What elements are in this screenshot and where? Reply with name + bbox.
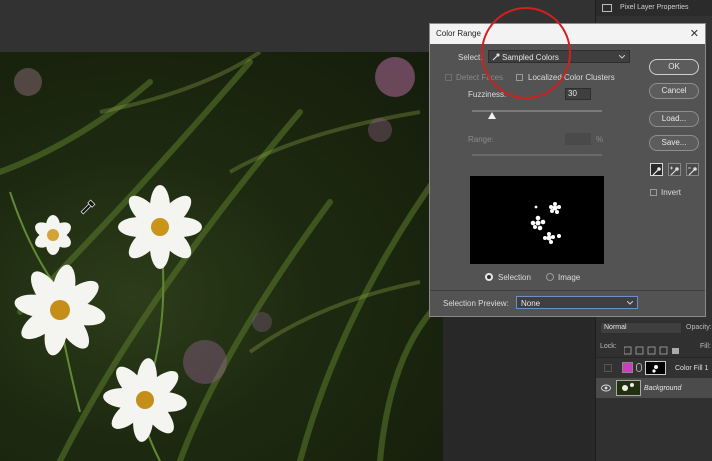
range-unit: % bbox=[596, 135, 604, 144]
chain-link-icon[interactable] bbox=[636, 363, 642, 372]
eye-icon[interactable] bbox=[601, 384, 611, 392]
invert-label: Invert bbox=[661, 188, 682, 197]
ok-button[interactable]: OK bbox=[649, 59, 699, 75]
photo-flowers bbox=[0, 52, 443, 461]
save-button[interactable]: Save... bbox=[649, 135, 699, 151]
lock-icons[interactable] bbox=[623, 342, 684, 355]
visibility-toggle-empty[interactable] bbox=[604, 364, 612, 372]
blend-mode-select[interactable]: Normal bbox=[600, 322, 682, 334]
eyedropper-icon bbox=[652, 167, 661, 176]
detect-faces-checkbox[interactable] bbox=[445, 74, 452, 81]
layer-name: Background bbox=[644, 385, 682, 392]
image-radio-label: Image bbox=[558, 273, 581, 282]
layer-thumbnail bbox=[616, 380, 641, 396]
load-button[interactable]: Load... bbox=[649, 111, 699, 127]
thumbnail-flowers bbox=[622, 383, 634, 391]
eyedropper-plus-icon bbox=[670, 166, 679, 176]
preview-mask-flowers bbox=[530, 202, 561, 244]
pixel-layer-icon bbox=[602, 4, 612, 12]
fill-label: Fill: bbox=[700, 343, 711, 350]
layer-row-color-fill[interactable]: Color Fill 1 bbox=[596, 357, 712, 378]
blend-mode-value: Normal bbox=[604, 324, 627, 331]
selection-preview-image bbox=[470, 176, 604, 264]
annotation-circle bbox=[481, 7, 571, 99]
lock-toggle-icons bbox=[623, 346, 679, 355]
selection-preview-dropdown[interactable]: None bbox=[516, 296, 638, 309]
dialog-title: Color Range bbox=[436, 29, 481, 38]
fill-color-swatch[interactable] bbox=[622, 362, 633, 373]
panel-title: Pixel Layer Properties bbox=[620, 4, 689, 11]
eyedropper-tool-button[interactable] bbox=[650, 163, 663, 176]
range-input[interactable] bbox=[565, 133, 591, 145]
divider bbox=[430, 290, 705, 291]
add-to-sample-button[interactable] bbox=[668, 163, 681, 176]
range-slider-track bbox=[472, 154, 602, 156]
chevron-down-icon bbox=[627, 301, 633, 305]
document-canvas[interactable] bbox=[0, 52, 443, 461]
selection-preview-label: Selection Preview: bbox=[443, 299, 509, 308]
range-label: Range: bbox=[468, 135, 494, 144]
layer-mask-thumbnail[interactable] bbox=[645, 361, 666, 375]
cancel-button[interactable]: Cancel bbox=[649, 83, 699, 99]
fuzziness-slider-handle[interactable] bbox=[487, 112, 496, 119]
invert-checkbox[interactable] bbox=[650, 189, 657, 196]
mask-flowers-icon bbox=[652, 365, 658, 373]
selection-radio-label: Selection bbox=[498, 273, 531, 282]
selection-radio[interactable] bbox=[485, 273, 493, 281]
subtract-from-sample-button[interactable] bbox=[686, 163, 699, 176]
layer-row-background[interactable]: Background bbox=[596, 378, 712, 398]
selection-preview-value: None bbox=[521, 299, 541, 308]
image-radio[interactable] bbox=[546, 273, 554, 281]
opacity-label: Opacity: bbox=[686, 324, 712, 331]
eyedropper-minus-icon bbox=[688, 167, 697, 176]
layer-name: Color Fill 1 bbox=[675, 365, 709, 372]
lock-label: Lock: bbox=[600, 343, 617, 350]
radio-dot bbox=[487, 275, 491, 279]
eyedropper-cursor-icon bbox=[80, 199, 96, 215]
close-icon[interactable]: ✕ bbox=[690, 27, 699, 40]
chevron-down-icon bbox=[619, 55, 625, 59]
